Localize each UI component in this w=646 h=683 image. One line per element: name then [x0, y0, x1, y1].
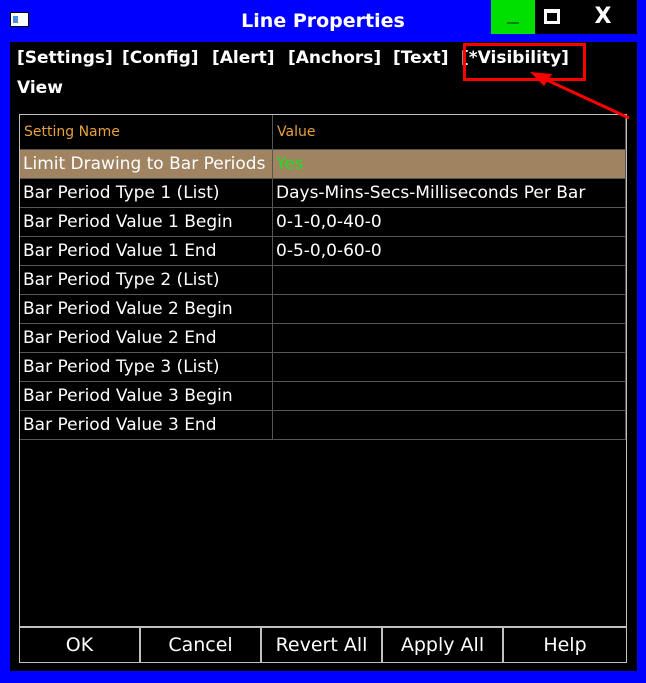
maximize-icon — [544, 9, 560, 24]
cancel-button[interactable]: Cancel — [140, 627, 261, 663]
setting-name-cell[interactable]: Bar Period Value 2 Begin — [20, 294, 273, 324]
dialog-content: [Settings] [Config] [Alert] [Anchors] [T… — [10, 42, 637, 671]
setting-value-cell[interactable] — [272, 381, 626, 411]
setting-name-cell[interactable]: Bar Period Value 3 Begin — [20, 381, 273, 411]
setting-value-cell[interactable] — [272, 323, 626, 353]
table-row[interactable]: Bar Period Value 1 Begin 0-1-0,0-40-0 — [20, 207, 626, 237]
help-button[interactable]: Help — [503, 627, 627, 663]
tab-alert[interactable]: [Alert] — [212, 48, 275, 68]
minimize-icon — [507, 22, 519, 24]
setting-value-cell[interactable]: 0-5-0,0-60-0 — [272, 236, 626, 266]
setting-name-cell[interactable]: Bar Period Value 1 End — [20, 236, 273, 266]
setting-value-cell[interactable] — [272, 410, 626, 440]
tab-text[interactable]: [Text] — [393, 48, 449, 68]
table-row[interactable]: Bar Period Value 1 End 0-5-0,0-60-0 — [20, 236, 626, 266]
tab-config[interactable]: [Config] — [122, 48, 199, 68]
close-button[interactable]: X — [569, 0, 637, 34]
grid-header-row: Setting Name Value — [20, 115, 626, 150]
setting-name-cell[interactable]: Bar Period Value 2 End — [20, 323, 273, 353]
table-row[interactable]: Bar Period Value 2 End — [20, 323, 626, 353]
column-header-value[interactable]: Value — [272, 115, 626, 150]
table-row[interactable]: Bar Period Type 1 (List) Days-Mins-Secs-… — [20, 178, 626, 208]
setting-name-cell[interactable]: Bar Period Value 3 End — [20, 410, 273, 440]
setting-value-cell[interactable]: 0-1-0,0-40-0 — [272, 207, 626, 237]
setting-name-cell[interactable]: Bar Period Type 2 (List) — [20, 265, 273, 295]
column-header-setting-name[interactable]: Setting Name — [20, 115, 273, 150]
close-icon: X — [594, 4, 612, 29]
setting-value-cell[interactable]: Yes — [272, 149, 626, 179]
tab-anchors[interactable]: [Anchors] — [288, 48, 381, 68]
revert-all-button[interactable]: Revert All — [261, 627, 382, 663]
annotation-highlight-box — [463, 43, 586, 81]
settings-grid: Setting Name Value Limit Drawing to Bar … — [19, 114, 627, 627]
maximize-button[interactable] — [535, 0, 569, 34]
ok-button[interactable]: OK — [19, 627, 140, 663]
line-properties-window: Line Properties X [Settings] [Config] [A… — [0, 0, 646, 683]
table-row[interactable]: Bar Period Type 3 (List) — [20, 352, 626, 382]
table-row[interactable]: Limit Drawing to Bar Periods Yes — [20, 149, 626, 179]
setting-value-cell[interactable] — [272, 265, 626, 295]
setting-value-cell[interactable] — [272, 294, 626, 324]
table-row[interactable]: Bar Period Value 3 Begin — [20, 381, 626, 411]
table-row[interactable]: Bar Period Type 2 (List) — [20, 265, 626, 295]
tab-settings[interactable]: [Settings] — [17, 48, 113, 68]
setting-name-cell[interactable]: Bar Period Type 3 (List) — [20, 352, 273, 382]
table-row[interactable]: Bar Period Value 2 Begin — [20, 294, 626, 324]
setting-name-cell[interactable]: Bar Period Type 1 (List) — [20, 178, 273, 208]
setting-value-cell[interactable]: Days-Mins-Secs-Milliseconds Per Bar — [272, 178, 626, 208]
setting-value-cell[interactable] — [272, 352, 626, 382]
apply-all-button[interactable]: Apply All — [382, 627, 503, 663]
minimize-button[interactable] — [491, 0, 535, 34]
table-row[interactable]: Bar Period Value 3 End — [20, 410, 626, 440]
title-bar[interactable]: Line Properties X — [0, 0, 646, 42]
dialog-button-bar: OK Cancel Revert All Apply All Help — [19, 627, 627, 663]
tab-view[interactable]: View — [17, 78, 63, 98]
setting-name-cell[interactable]: Bar Period Value 1 Begin — [20, 207, 273, 237]
setting-name-cell[interactable]: Limit Drawing to Bar Periods — [20, 149, 273, 179]
